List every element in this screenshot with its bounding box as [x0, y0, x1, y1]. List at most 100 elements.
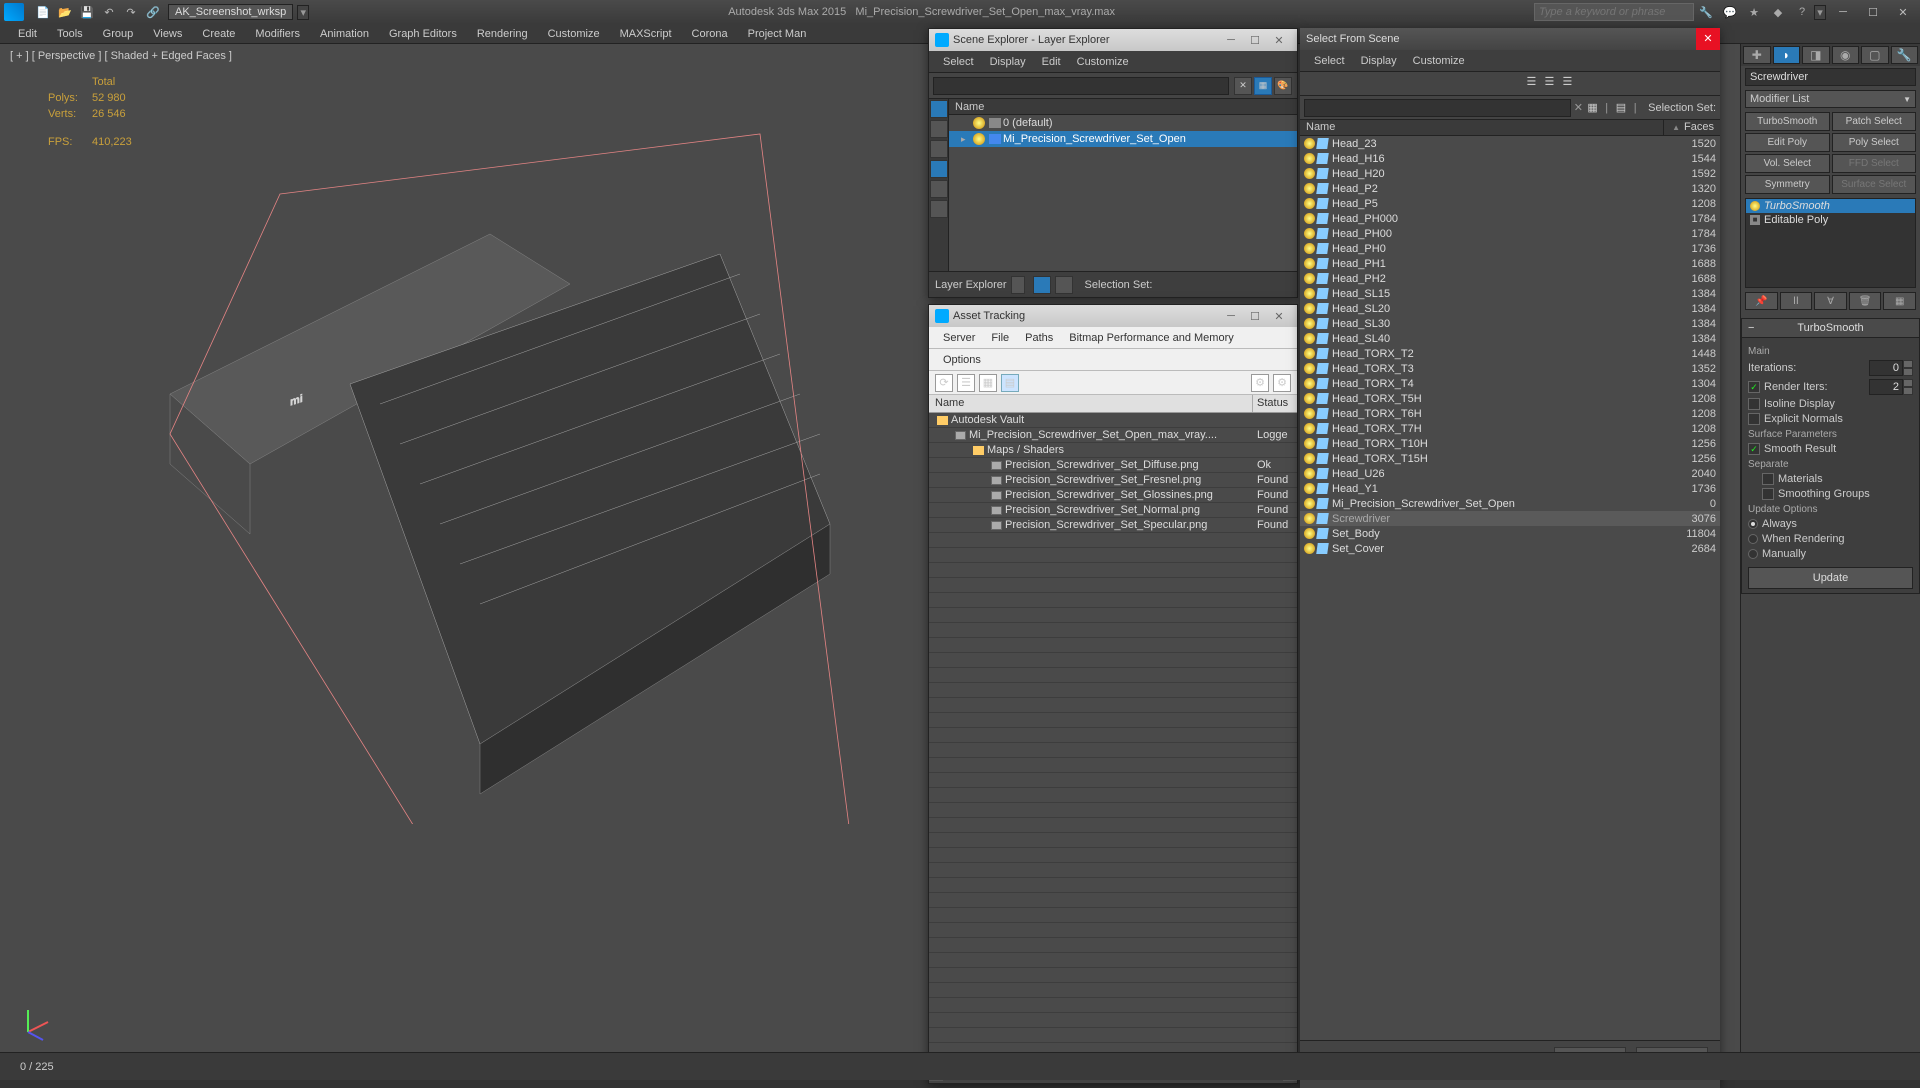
visibility-icon[interactable]: [1304, 543, 1315, 554]
visibility-icon[interactable]: [1304, 243, 1315, 254]
minimize-button[interactable]: ─: [1830, 3, 1856, 21]
object-row[interactable]: Head_SL201384: [1300, 301, 1720, 316]
maximize-button[interactable]: ☐: [1860, 3, 1886, 21]
visibility-icon[interactable]: [1304, 453, 1315, 464]
layer-icon[interactable]: [1033, 276, 1051, 294]
stack-item[interactable]: ■Editable Poly: [1746, 213, 1915, 227]
filter-icon[interactable]: [1305, 75, 1322, 92]
object-row[interactable]: Head_PH001784: [1300, 226, 1720, 241]
new-icon[interactable]: 📄: [34, 3, 52, 21]
object-row[interactable]: Head_PH11688: [1300, 256, 1720, 271]
visibility-icon[interactable]: [1304, 468, 1315, 479]
asset-row[interactable]: Autodesk Vault: [929, 413, 1297, 428]
menu-animation[interactable]: Animation: [310, 26, 379, 42]
object-row[interactable]: Head_SL301384: [1300, 316, 1720, 331]
materials-checkbox[interactable]: [1762, 473, 1774, 485]
visibility-icon[interactable]: [973, 133, 985, 145]
rollout-header[interactable]: TurboSmooth: [1742, 319, 1919, 338]
menu-project man[interactable]: Project Man: [738, 26, 817, 42]
filter-icon[interactable]: [1395, 75, 1412, 92]
object-row[interactable]: Head_H161544: [1300, 151, 1720, 166]
sidebar-icon[interactable]: [930, 140, 948, 158]
menu-item[interactable]: Select: [935, 54, 982, 70]
object-row[interactable]: Head_TORX_T21448: [1300, 346, 1720, 361]
visibility-icon[interactable]: [1304, 288, 1315, 299]
layer-row[interactable]: 0 (default): [949, 115, 1297, 131]
manually-radio[interactable]: [1748, 549, 1758, 559]
config-icon[interactable]: ▦: [1883, 292, 1916, 310]
render-iters-input[interactable]: [1869, 379, 1903, 395]
stack-item[interactable]: TurboSmooth: [1746, 199, 1915, 213]
object-row[interactable]: Head_TORX_T7H1208: [1300, 421, 1720, 436]
menu-rendering[interactable]: Rendering: [467, 26, 538, 42]
visibility-icon[interactable]: [1304, 528, 1315, 539]
modifier-button[interactable]: TurboSmooth: [1745, 112, 1830, 131]
star-icon[interactable]: ★: [1744, 3, 1764, 21]
list-icon[interactable]: ☰: [1563, 75, 1580, 92]
layer-icon[interactable]: ▤: [1616, 101, 1626, 114]
visibility-icon[interactable]: [1304, 333, 1315, 344]
workspace-selector[interactable]: AK_Screenshot_wrksp: [168, 4, 293, 20]
modifier-list-dropdown[interactable]: Modifier List▼: [1745, 90, 1916, 108]
filter-icon[interactable]: [1449, 75, 1466, 92]
tool-icon[interactable]: [1587, 75, 1604, 92]
settings-icon[interactable]: ⚙: [1251, 374, 1269, 392]
filter-input[interactable]: [1304, 99, 1571, 117]
asset-row[interactable]: Maps / Shaders: [929, 443, 1297, 458]
visibility-icon[interactable]: [1304, 378, 1315, 389]
visibility-icon[interactable]: [1304, 198, 1315, 209]
modifier-button[interactable]: Poly Select: [1832, 133, 1917, 152]
link-icon[interactable]: 🔗: [144, 3, 162, 21]
menu-group[interactable]: Group: [93, 26, 144, 42]
maximize-icon[interactable]: ☐: [1243, 34, 1267, 47]
filter-icon[interactable]: [1467, 75, 1484, 92]
visibility-icon[interactable]: [1304, 273, 1315, 284]
list-icon[interactable]: ☰: [1545, 75, 1562, 92]
unique-icon[interactable]: ∀: [1814, 292, 1847, 310]
filter-input[interactable]: [933, 77, 1229, 95]
display-icon[interactable]: ▦: [1587, 101, 1597, 114]
menu-views[interactable]: Views: [143, 26, 192, 42]
menu-item[interactable]: Bitmap Performance and Memory: [1061, 330, 1241, 346]
spin-up-icon[interactable]: [1903, 360, 1913, 368]
visibility-icon[interactable]: [1304, 408, 1315, 419]
modifier-button[interactable]: Edit Poly: [1745, 133, 1830, 152]
visibility-icon[interactable]: [1304, 168, 1315, 179]
asset-list[interactable]: Name Status Autodesk VaultMi_Precision_S…: [929, 395, 1297, 1067]
visibility-icon[interactable]: [1304, 423, 1315, 434]
visibility-icon[interactable]: [1304, 213, 1315, 224]
maximize-icon[interactable]: ☐: [1243, 310, 1267, 323]
help-dropdown[interactable]: ▾: [1814, 5, 1826, 20]
when-rendering-radio[interactable]: [1748, 534, 1758, 544]
options-icon[interactable]: ⚙: [1273, 374, 1291, 392]
always-radio[interactable]: [1748, 519, 1758, 529]
scene-explorer-titlebar[interactable]: Scene Explorer - Layer Explorer ─ ☐ ✕: [929, 29, 1297, 51]
visibility-icon[interactable]: [1304, 513, 1315, 524]
pin-icon[interactable]: 📌: [1745, 292, 1778, 310]
menu-customize[interactable]: Customize: [538, 26, 610, 42]
object-row[interactable]: Head_TORX_T6H1208: [1300, 406, 1720, 421]
isoline-checkbox[interactable]: [1748, 398, 1760, 410]
object-row[interactable]: Head_TORX_T5H1208: [1300, 391, 1720, 406]
explicit-checkbox[interactable]: [1748, 413, 1760, 425]
sidebar-icon[interactable]: [930, 120, 948, 138]
menu-item[interactable]: Select: [1306, 53, 1353, 69]
spin-down-icon[interactable]: [1903, 387, 1913, 395]
spin-up-icon[interactable]: [1903, 379, 1913, 387]
iterations-input[interactable]: [1869, 360, 1903, 376]
modify-tab-icon[interactable]: ◗: [1773, 46, 1801, 64]
object-row[interactable]: Screwdriver3076: [1300, 511, 1720, 526]
visibility-icon[interactable]: [1304, 228, 1315, 239]
spin-down-icon[interactable]: [1903, 368, 1913, 376]
time-slider[interactable]: 0 / 225: [0, 1052, 1920, 1080]
tool-icon[interactable]: 🔧: [1696, 3, 1716, 21]
add-icon[interactable]: [1055, 276, 1073, 294]
visibility-icon[interactable]: [1304, 138, 1315, 149]
clear-icon[interactable]: ✕: [1234, 77, 1252, 95]
asset-tracking-titlebar[interactable]: Asset Tracking ─ ☐ ✕: [929, 305, 1297, 327]
object-row[interactable]: Mi_Precision_Screwdriver_Set_Open0: [1300, 496, 1720, 511]
display-mode-icon[interactable]: ▦: [1254, 77, 1272, 95]
modifier-button[interactable]: Vol. Select: [1745, 154, 1830, 173]
minimize-icon[interactable]: ─: [1219, 34, 1243, 46]
undo-icon[interactable]: ↶: [100, 3, 118, 21]
